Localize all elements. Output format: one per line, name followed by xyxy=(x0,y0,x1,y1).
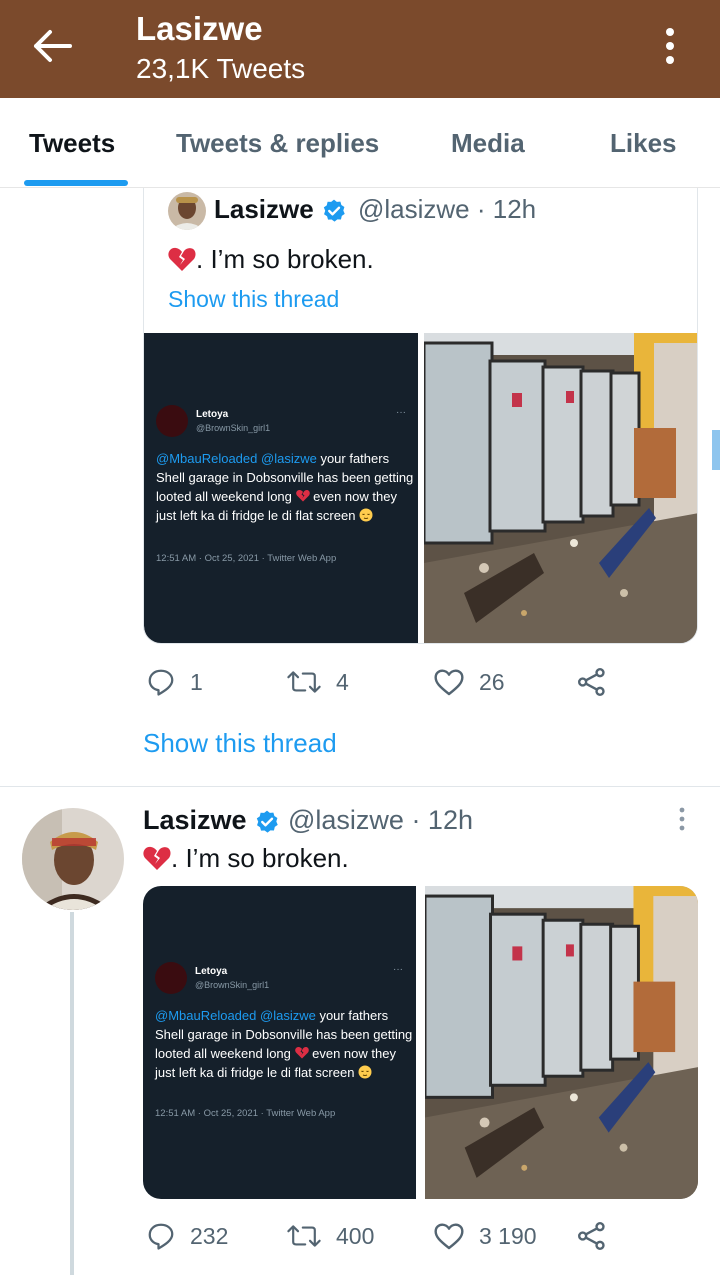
author-handle-time: @lasizwe · 12h xyxy=(288,805,473,835)
more-vertical-icon[interactable] xyxy=(660,26,680,66)
author-handle-time: @lasizwe · 12h xyxy=(358,194,537,224)
quoted-tweet-card[interactable]: Lasizwe @lasizwe · 12h . I’m so broken. … xyxy=(143,188,698,644)
media-photo-image[interactable] xyxy=(424,333,697,643)
broken-heart-icon xyxy=(143,846,171,870)
media-screenshot-image[interactable]: Letoya @BrownSkin_girl1 ··· @MbauReloade… xyxy=(143,886,416,1199)
media-screenshot-image[interactable]: Letoya @BrownSkin_girl1 ··· @MbauReloade… xyxy=(144,333,418,643)
tab-tweets-replies[interactable]: Tweets & replies xyxy=(176,128,379,159)
profile-name: Lasizwe xyxy=(136,10,263,47)
like-count: 26 xyxy=(479,668,505,695)
like-button[interactable]: 26 xyxy=(433,662,505,702)
tweet-text: . I’m so broken. xyxy=(168,244,374,275)
show-thread-link[interactable]: Show this thread xyxy=(143,728,337,759)
tweet-media[interactable]: Letoya @BrownSkin_girl1 ··· @MbauReloade… xyxy=(143,886,698,1199)
verified-badge-icon xyxy=(256,810,278,833)
screenshot-text: @MbauReloaded @lasizwe your fathers Shel… xyxy=(155,1008,413,1080)
profile-header: Lasizwe 23,1K Tweets xyxy=(0,0,720,98)
author-name: Lasizwe xyxy=(143,805,280,836)
share-icon xyxy=(578,1222,605,1250)
media-photo-image[interactable] xyxy=(425,886,698,1199)
reply-count: 232 xyxy=(190,1222,229,1249)
retweet-icon xyxy=(287,671,321,693)
tweet-text: . I’m so broken. xyxy=(143,843,349,874)
tab-media[interactable]: Media xyxy=(451,128,525,159)
heart-icon xyxy=(434,669,464,696)
tab-tweets[interactable]: Tweets xyxy=(29,128,115,159)
broken-heart-icon xyxy=(168,247,196,271)
share-button[interactable] xyxy=(576,1216,608,1256)
relieved-face-icon xyxy=(358,1065,372,1079)
tweet-actions: 232 400 3 190 xyxy=(0,1216,720,1256)
reply-count: 1 xyxy=(190,668,203,695)
author-name: Lasizwe xyxy=(214,194,347,225)
relieved-face-icon xyxy=(359,508,373,522)
retweet-button[interactable]: 400 xyxy=(286,1216,374,1256)
reply-button[interactable]: 1 xyxy=(146,662,203,702)
reply-icon xyxy=(148,1223,174,1250)
reply-button[interactable]: 232 xyxy=(146,1216,228,1256)
avatar xyxy=(156,405,188,437)
screenshot-text: @MbauReloaded @lasizwe your fathers Shel… xyxy=(156,451,414,523)
more-icon: ··· xyxy=(393,964,403,975)
tweet-actions: 1 4 26 xyxy=(0,662,720,702)
share-button[interactable] xyxy=(576,662,608,702)
retweet-count: 400 xyxy=(336,1222,375,1249)
active-tab-indicator xyxy=(24,180,128,186)
tweet-count: 23,1K Tweets xyxy=(136,53,306,84)
tweet-media[interactable]: Letoya @BrownSkin_girl1 ··· @MbauReloade… xyxy=(144,333,697,643)
retweet-button[interactable]: 4 xyxy=(286,662,349,702)
profile-tabs: Tweets Tweets & replies Media Likes xyxy=(0,98,720,188)
tab-likes[interactable]: Likes xyxy=(610,128,677,159)
retweet-icon xyxy=(287,1225,321,1247)
avatar xyxy=(155,962,187,994)
heart-icon xyxy=(434,1223,464,1250)
broken-heart-icon xyxy=(295,489,310,502)
retweet-count: 4 xyxy=(336,668,349,695)
broken-heart-icon xyxy=(294,1046,309,1059)
reply-icon xyxy=(148,669,174,696)
verified-badge-icon xyxy=(323,199,345,222)
tweet-divider xyxy=(0,786,720,787)
avatar[interactable] xyxy=(168,192,206,230)
show-thread-link[interactable]: Show this thread xyxy=(168,286,339,313)
share-icon xyxy=(578,668,605,696)
like-button[interactable]: 3 190 xyxy=(433,1216,537,1256)
scrollbar-thumb[interactable] xyxy=(712,430,720,470)
arrow-left-icon[interactable] xyxy=(30,28,74,64)
more-vertical-icon[interactable] xyxy=(676,806,688,832)
avatar[interactable] xyxy=(22,808,124,910)
like-count: 3 190 xyxy=(479,1222,537,1249)
more-icon: ··· xyxy=(396,407,406,418)
